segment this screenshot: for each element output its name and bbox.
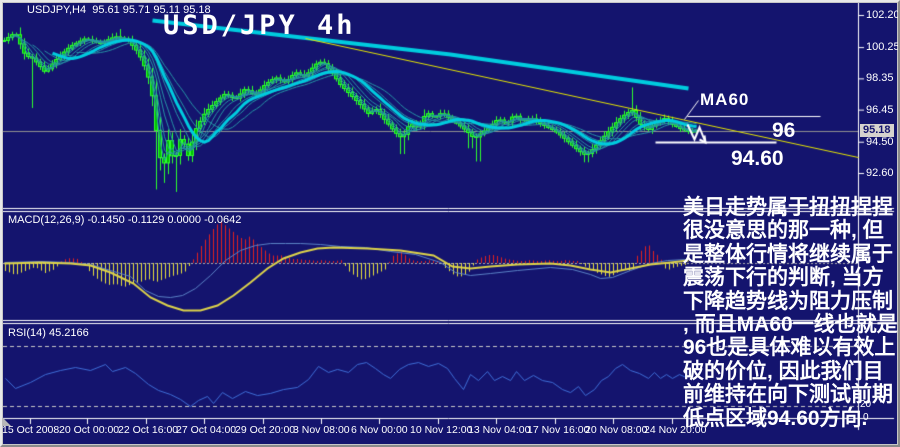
window-bezel: [0, 0, 900, 447]
mt4-chart-window: USDJPY,H4 95.61 95.71 95.11 95.18 USD/JP…: [0, 0, 900, 447]
